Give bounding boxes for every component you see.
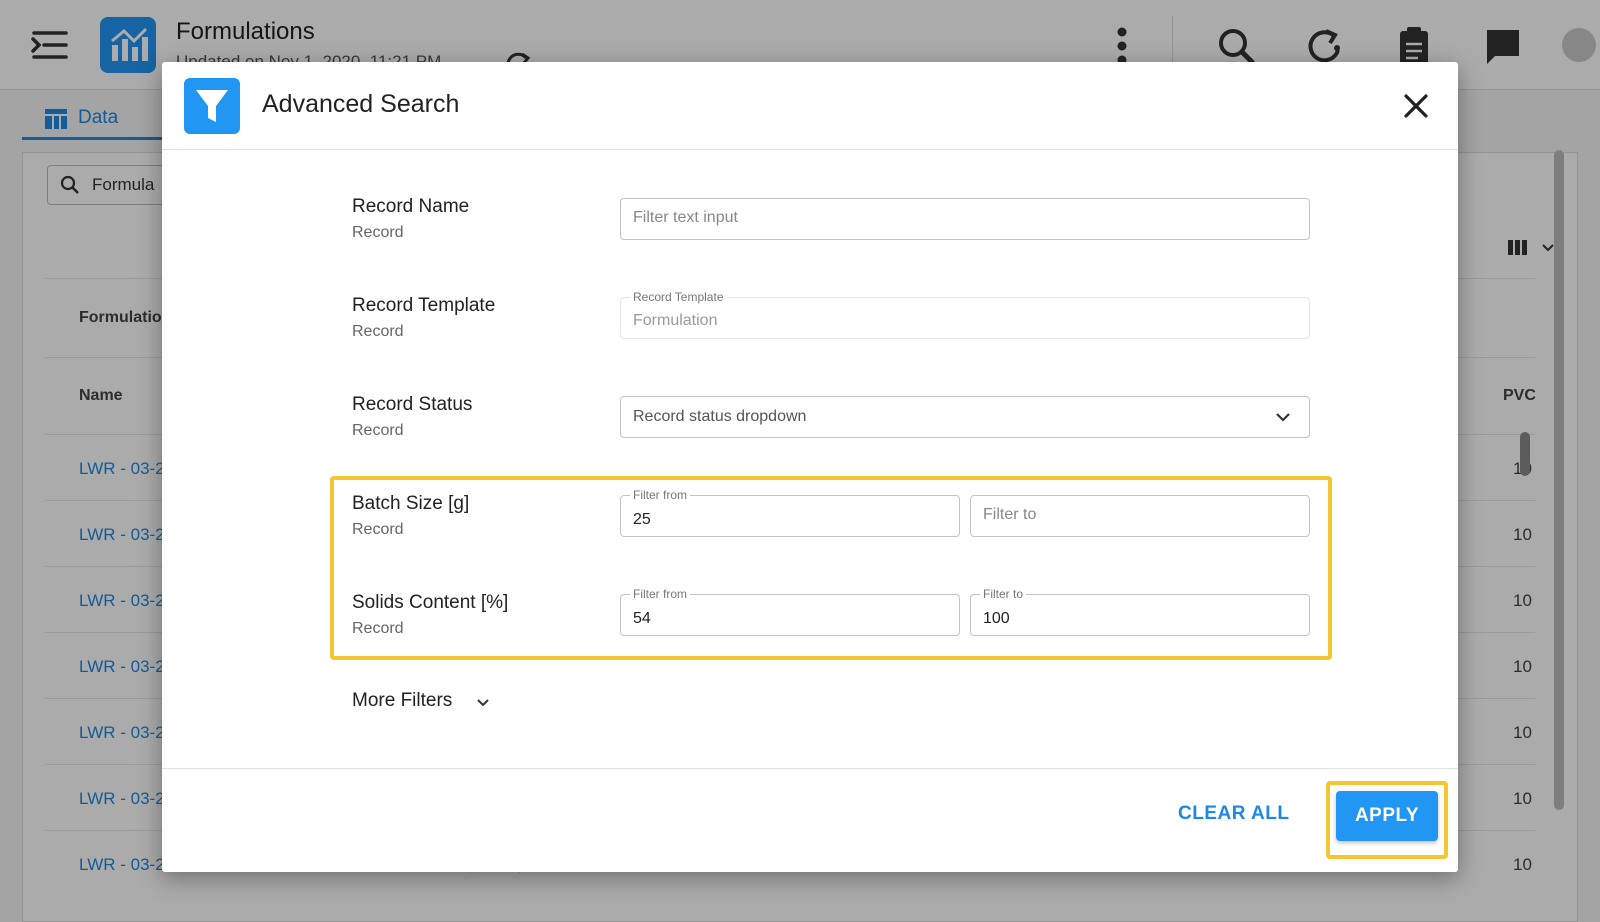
record-template-sub: Record xyxy=(352,323,404,340)
record-status-label: Record Status xyxy=(352,394,473,415)
record-name-sub: Record xyxy=(352,224,404,241)
solids-content-sub: Record xyxy=(352,620,404,637)
apply-button[interactable]: APPLY xyxy=(1336,791,1438,841)
solids-content-from-field[interactable]: Filter from 54 xyxy=(620,587,960,636)
advanced-search-dialog: Advanced Search Record Name Record Recor… xyxy=(162,62,1458,872)
batch-size-sub: Record xyxy=(352,521,404,538)
chevron-down-icon[interactable] xyxy=(476,698,490,708)
more-filters-toggle[interactable]: More Filters xyxy=(352,690,452,712)
batch-size-to-field[interactable] xyxy=(970,495,1310,537)
apply-highlight-box: APPLY xyxy=(1326,781,1448,859)
record-status-sub: Record xyxy=(352,422,404,439)
record-name-field[interactable] xyxy=(620,198,1310,240)
batch-size-label: Batch Size [g] xyxy=(352,493,470,514)
record-status-dropdown[interactable]: Record status dropdown xyxy=(620,396,1310,438)
dialog-footer: CLEAR ALL APPLY xyxy=(162,768,1458,872)
record-name-label: Record Name xyxy=(352,196,470,217)
batch-size-from-field[interactable]: Filter from 25 xyxy=(620,488,960,537)
record-status-placeholder: Record status dropdown xyxy=(633,408,807,425)
record-template-field: Record Template Formulation xyxy=(620,290,1310,339)
record-template-float-label: Record Template xyxy=(630,290,727,304)
chevron-down-icon xyxy=(1276,413,1290,422)
solids-content-to-value: 100 xyxy=(983,610,1010,627)
batch-size-from-value: 25 xyxy=(633,511,651,528)
close-icon[interactable] xyxy=(1400,90,1432,122)
solids-content-to-label: Filter to xyxy=(980,587,1027,601)
filter-logo xyxy=(184,78,240,134)
solids-content-from-value: 54 xyxy=(633,610,651,627)
solids-content-label: Solids Content [%] xyxy=(352,592,509,613)
record-name-input[interactable] xyxy=(633,209,1297,227)
record-template-label: Record Template xyxy=(352,295,496,316)
clear-all-button[interactable]: CLEAR ALL xyxy=(1178,803,1289,825)
filter-icon xyxy=(196,90,228,122)
batch-size-from-label: Filter from xyxy=(630,488,690,502)
record-template-value: Formulation xyxy=(633,312,718,329)
solids-content-from-label: Filter from xyxy=(630,587,690,601)
batch-size-to-input[interactable] xyxy=(983,506,1297,524)
dialog-header: Advanced Search xyxy=(162,62,1458,150)
solids-content-to-field[interactable]: Filter to 100 xyxy=(970,587,1310,636)
dialog-title: Advanced Search xyxy=(262,90,460,118)
